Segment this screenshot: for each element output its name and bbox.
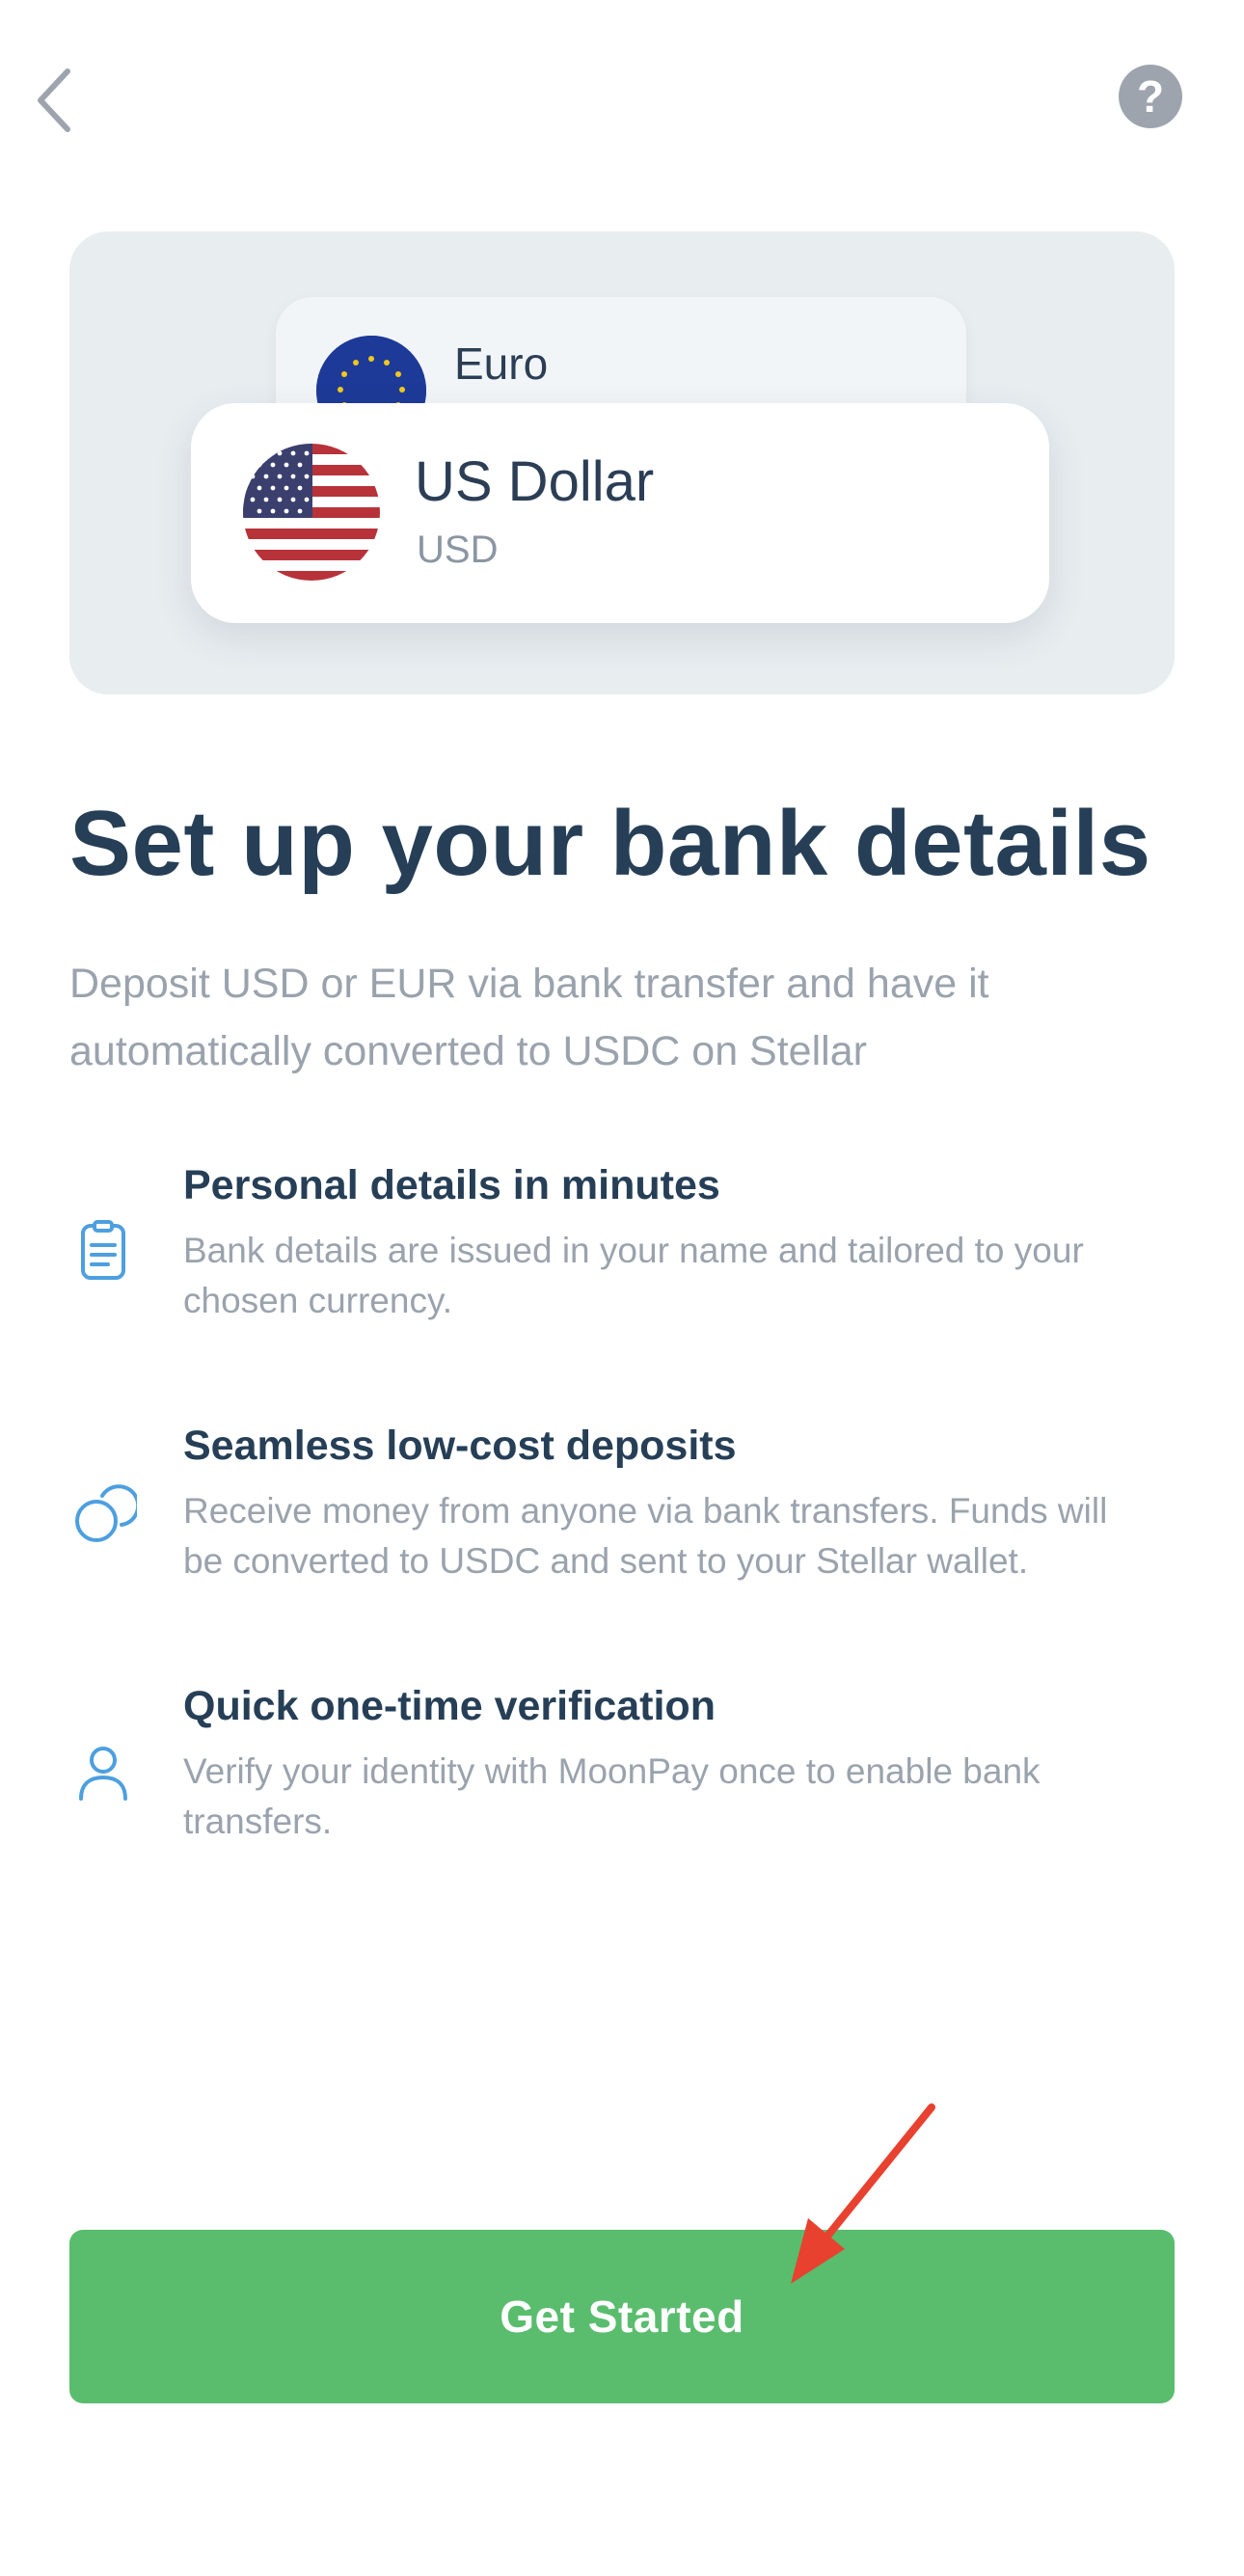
- us-flag-icon: [243, 444, 380, 581]
- back-button[interactable]: [27, 62, 85, 139]
- feature-item-verification: Quick one-time verification Verify your …: [0, 1683, 1244, 1876]
- usd-currency-code: USD: [417, 529, 499, 571]
- euro-currency-name: Euro: [454, 339, 549, 389]
- feature-title: Personal details in minutes: [183, 1162, 720, 1208]
- get-started-label: Get Started: [500, 2291, 744, 2342]
- coins-icon: [75, 1484, 137, 1542]
- currency-illustration: Euro US Dollar USD: [69, 231, 1175, 694]
- chevron-left-icon: [38, 68, 70, 132]
- feature-description: Bank details are issued in your name and…: [183, 1231, 1084, 1320]
- usd-currency-card: US Dollar USD: [191, 403, 1049, 623]
- feature-title: Quick one-time verification: [183, 1683, 716, 1729]
- feature-item-low-cost-deposits: Seamless low-cost deposits Receive money…: [0, 1423, 1244, 1615]
- feature-item-personal-details: Personal details in minutes Bank details…: [0, 1162, 1244, 1355]
- feature-description: Verify your identity with MoonPay once t…: [183, 1751, 1041, 1841]
- get-started-button[interactable]: Get Started: [69, 2230, 1175, 2403]
- person-icon: [79, 1747, 127, 1801]
- help-button[interactable]: ?: [1119, 65, 1182, 128]
- document-icon: [81, 1220, 125, 1280]
- page-title: Set up your bank details: [69, 792, 1151, 895]
- top-bar: ?: [0, 0, 1244, 193]
- usd-currency-name: US Dollar: [415, 450, 655, 513]
- page-subtitle: Deposit USD or EUR via bank transfer and…: [69, 961, 989, 1074]
- feature-title: Seamless low-cost deposits: [183, 1423, 737, 1469]
- feature-description: Receive money from anyone via bank trans…: [183, 1491, 1108, 1581]
- question-mark-icon: ?: [1136, 71, 1165, 122]
